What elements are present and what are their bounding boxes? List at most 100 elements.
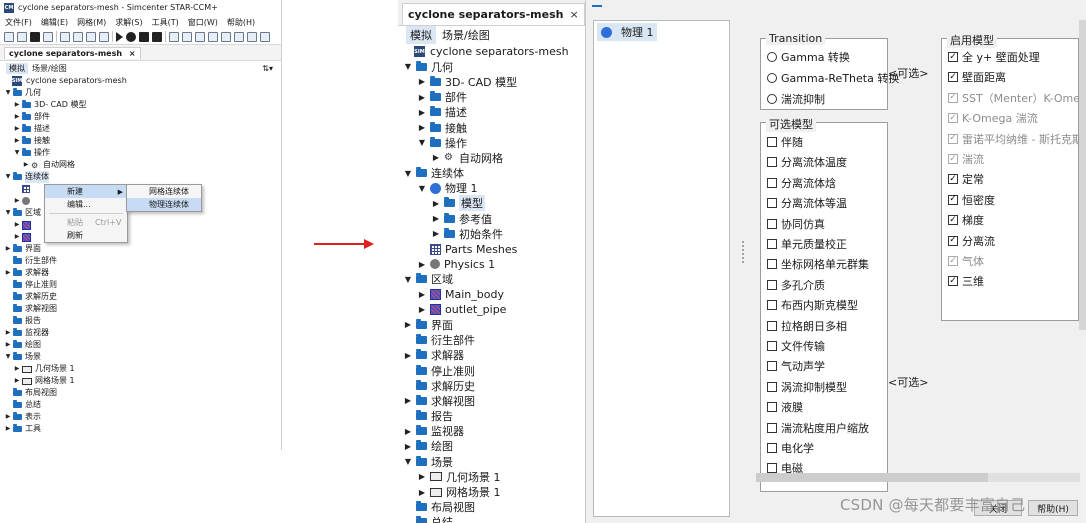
enabled-model-item[interactable]: 分离流: [948, 233, 995, 249]
tree-node[interactable]: 衍生部件: [402, 333, 585, 348]
collapsed-arrow-icon[interactable]: ▶: [4, 423, 12, 435]
collapsed-arrow-icon[interactable]: ▶: [416, 93, 428, 102]
copy-icon[interactable]: [60, 31, 70, 42]
collapsed-arrow-icon[interactable]: ▶: [13, 195, 21, 207]
enabled-model-item[interactable]: 全 y+ 壁面处理: [948, 49, 1040, 65]
checkbox[interactable]: [767, 381, 777, 392]
vertical-scrollbar[interactable]: [1079, 20, 1086, 330]
collapsed-arrow-icon[interactable]: ▶: [402, 351, 414, 360]
menu-item-edit[interactable]: 编辑...: [45, 198, 127, 211]
optional-model-item[interactable]: 伴随: [767, 134, 803, 150]
mesh-tool-icon[interactable]: [169, 31, 179, 42]
tree-node[interactable]: ▶ 模型: [402, 195, 585, 212]
tree-node[interactable]: ▶ 初始条件: [402, 226, 585, 241]
menu-help[interactable]: 帮助(H): [227, 17, 255, 28]
tree-node[interactable]: ▶ ⚙ 自动网格: [4, 159, 281, 171]
radio-gamma[interactable]: Gamma 转换: [767, 49, 850, 65]
collapsed-arrow-icon[interactable]: ▶: [416, 108, 428, 117]
tree-node[interactable]: ▶ 求解器: [402, 348, 585, 363]
save-icon[interactable]: [30, 31, 40, 42]
sim-tab-title[interactable]: cyclone separators-mesh ×: [4, 46, 141, 59]
tree-node[interactable]: ▶ 几何场景 1: [402, 469, 585, 484]
collapsed-arrow-icon[interactable]: ▶: [416, 260, 428, 269]
tree-node[interactable]: ▶ 部件: [4, 111, 281, 123]
expanded-arrow-icon[interactable]: ▼: [402, 457, 414, 466]
menu-mesh[interactable]: 网格(M): [77, 17, 106, 28]
checkbox[interactable]: [948, 52, 958, 62]
export-icon[interactable]: [260, 31, 270, 42]
checkbox[interactable]: [948, 133, 958, 144]
expanded-arrow-icon[interactable]: ▼: [4, 207, 12, 219]
checkbox[interactable]: [948, 113, 958, 124]
save-as-icon[interactable]: [43, 31, 53, 42]
tree-node[interactable]: ▶ 监视器: [4, 327, 281, 339]
optional-model-item[interactable]: 多孔介质: [767, 277, 825, 293]
tree-options-icon[interactable]: ⇅▾: [262, 64, 273, 73]
forward-icon[interactable]: [99, 31, 109, 42]
radio-button[interactable]: [767, 73, 777, 83]
collapsed-arrow-icon[interactable]: ▶: [4, 327, 12, 339]
checkbox[interactable]: [767, 402, 777, 413]
enabled-model-item[interactable]: K-Omega 湍流: [948, 110, 1038, 126]
collapsed-arrow-icon[interactable]: ▶: [416, 472, 428, 481]
tree-node[interactable]: 衍生部件: [4, 255, 281, 267]
tree-node[interactable]: ▶ 几何场景 1: [4, 363, 281, 375]
collapsed-arrow-icon[interactable]: ▶: [4, 411, 12, 423]
collapsed-arrow-icon[interactable]: ▶: [4, 243, 12, 255]
optional-model-item[interactable]: 拉格朗日多相: [767, 318, 847, 334]
menu-tools[interactable]: 工具(T): [152, 17, 179, 28]
menu-edit[interactable]: 编辑(E): [41, 17, 68, 28]
tree-node[interactable]: 停止准则: [4, 279, 281, 291]
optional-model-item[interactable]: 分离流体等温: [767, 195, 847, 211]
checkbox[interactable]: [767, 463, 777, 474]
tree-node[interactable]: ▶ 描述: [402, 105, 585, 120]
collapsed-arrow-icon[interactable]: ▶: [13, 135, 21, 147]
tree-node[interactable]: 总结: [4, 399, 281, 411]
tree-node[interactable]: ▶ 3D- CAD 模型: [4, 99, 281, 111]
checkbox[interactable]: [767, 177, 777, 188]
tree-node[interactable]: 报告: [402, 409, 585, 424]
tree-node[interactable]: ▶ 接触: [402, 120, 585, 135]
checkbox[interactable]: [767, 259, 777, 270]
bolt-icon[interactable]: [195, 31, 205, 42]
tree-node[interactable]: ▶ outlet_pipe: [402, 302, 585, 317]
checkbox[interactable]: [767, 198, 777, 209]
enabled-model-item[interactable]: 雷诺平均纳维 - 斯托克斯: [948, 131, 1083, 147]
tree-node[interactable]: ▶ 3D- CAD 模型: [402, 74, 585, 89]
collapsed-arrow-icon[interactable]: ▶: [416, 77, 428, 86]
tree-node[interactable]: ▼ 连续体: [402, 166, 585, 181]
tree-node[interactable]: ▼ 操作: [4, 147, 281, 159]
tree-node[interactable]: ▶ 描述: [4, 123, 281, 135]
tree-node[interactable]: 布局视图: [4, 387, 281, 399]
tree-node[interactable]: ▼ 场景: [402, 454, 585, 469]
scene-tool-icon[interactable]: [234, 31, 244, 42]
checkbox[interactable]: [948, 154, 958, 164]
tree-node[interactable]: ▶ 部件: [402, 90, 585, 105]
collapsed-arrow-icon[interactable]: ▶: [13, 123, 21, 135]
clear-mesh-icon[interactable]: [221, 31, 231, 42]
tree-node[interactable]: ▶ 界面: [4, 243, 281, 255]
back-icon[interactable]: [86, 31, 96, 42]
horizontal-scrollbar[interactable]: [756, 473, 1080, 482]
collapsed-arrow-icon[interactable]: ▶: [430, 229, 442, 238]
tree-node[interactable]: 总结: [402, 515, 585, 523]
radio-turbulence-suppression[interactable]: 湍流抑制: [767, 91, 825, 107]
menu-window[interactable]: 窗口(W): [188, 17, 218, 28]
optional-model-item[interactable]: 电化学: [767, 440, 814, 456]
tree-node[interactable]: ▼ 操作: [402, 135, 585, 150]
collapsed-arrow-icon[interactable]: ▶: [416, 290, 428, 299]
checkbox[interactable]: [767, 443, 777, 453]
enabled-model-item[interactable]: 气体: [948, 253, 984, 269]
enabled-model-item[interactable]: 湍流: [948, 151, 984, 167]
enabled-model-item[interactable]: 梯度: [948, 212, 984, 228]
stop-icon[interactable]: [152, 31, 162, 42]
tree-node[interactable]: SIM cyclone separators-mesh: [402, 44, 585, 59]
tree-node[interactable]: ▶ 表示: [4, 411, 281, 423]
collapsed-arrow-icon[interactable]: ▶: [4, 267, 12, 279]
checkbox[interactable]: [767, 279, 777, 290]
checkbox[interactable]: [767, 422, 777, 433]
tree-node[interactable]: ▶ Main_body: [402, 287, 585, 302]
enabled-model-item[interactable]: SST（Menter）K-Omega: [948, 90, 1086, 106]
expanded-arrow-icon[interactable]: ▼: [4, 171, 12, 183]
collapsed-arrow-icon[interactable]: ▶: [416, 123, 428, 132]
